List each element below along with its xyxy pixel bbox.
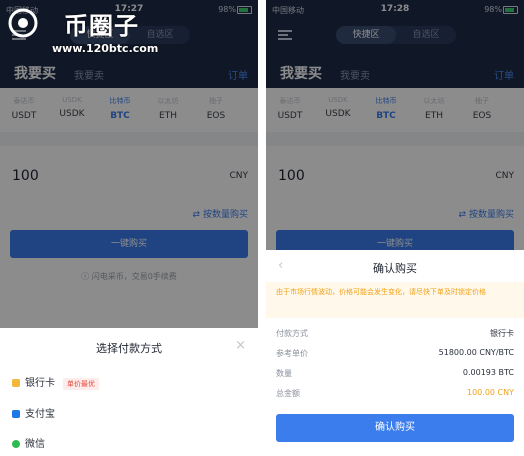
confirm-purchase-button[interactable]: 确认购买 <box>276 414 514 442</box>
detail-row: 总金额 100.00 CNY <box>276 388 514 398</box>
watermark-logo: 币圈子 www.120btc.com <box>4 6 158 60</box>
detail-row: 参考单价 51800.00 CNY/BTC <box>276 348 514 358</box>
pay-option-wechat[interactable]: 微信 <box>12 435 45 451</box>
alipay-icon <box>12 410 20 418</box>
coin-logo-icon <box>8 8 38 38</box>
payment-method-sheet: 选择付款方式 × 银行卡 单价最优 支付宝 微信 <box>0 328 258 456</box>
right-screen: 中国移动 17:28 98% 快捷区 自选区 我要买 我要卖 订单 泰达币 USD… <box>266 0 524 456</box>
left-screen: 中国移动 17:27 98% 快捷区 自选区 我要买 我要卖 订单 泰达币 USD… <box>0 0 258 456</box>
detail-row: 数量 0.00193 BTC <box>276 368 514 378</box>
bank-card-icon <box>12 379 20 387</box>
sheet-title: 选择付款方式 <box>96 342 162 355</box>
wechat-icon <box>12 440 20 448</box>
price-warning: 由于市场行情波动，价格可能会发生变化，请尽快下单及时锁定价格 <box>266 282 524 318</box>
pay-option-alipay[interactable]: 支付宝 <box>12 405 55 421</box>
pay-option-bank-card[interactable]: 银行卡 单价最优 <box>12 374 99 390</box>
sheet-title: 确认购买 <box>373 262 417 275</box>
detail-row: 付款方式 银行卡 <box>276 329 514 338</box>
close-icon[interactable]: × <box>235 338 246 353</box>
best-price-badge: 单价最优 <box>63 378 99 390</box>
confirm-purchase-sheet: ‹ 确认购买 由于市场行情波动，价格可能会发生变化，请尽快下单及时锁定价格 付款… <box>266 250 524 456</box>
